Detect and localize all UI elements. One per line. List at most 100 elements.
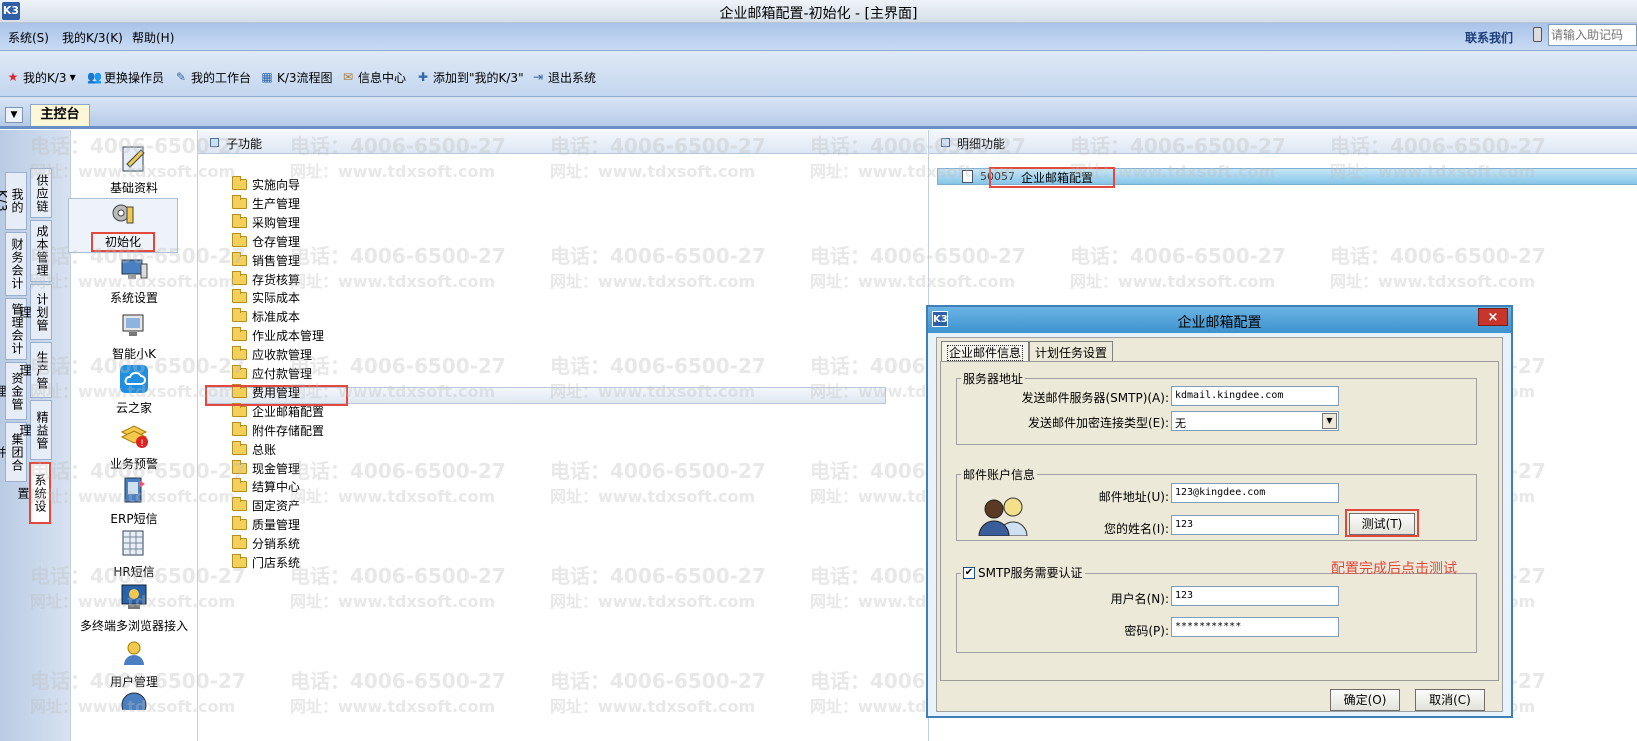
phone-message-icon — [124, 477, 145, 503]
tree-item[interactable]: 销售管理 — [232, 251, 300, 270]
toolbar-flowchart[interactable]: ▦ K/3流程图 — [260, 68, 332, 86]
tree-item[interactable]: 应收款管理 — [232, 345, 312, 364]
icon-label: 多终端多浏览器接入 — [79, 619, 188, 633]
tree-item-label: 结算中心 — [252, 480, 301, 495]
tree-item[interactable]: 质量管理 — [232, 515, 300, 534]
toolbar-exit[interactable]: ⇥ 退出系统 — [531, 68, 596, 86]
vtab-supply-chain[interactable]: 供应链 — [30, 168, 52, 218]
flowchart-icon: ▦ — [261, 70, 273, 84]
cloud-icon — [120, 365, 148, 393]
dialog-title-bar: K3 企业邮箱配置 × — [928, 307, 1511, 333]
icon-item-erp-sms[interactable]: ERP短信 — [71, 475, 197, 527]
vtab-lean-management[interactable]: 精益管理 — [18, 400, 52, 460]
menu-system[interactable]: 系统(S) — [8, 29, 49, 46]
name-label: 您的姓名(I): — [1104, 522, 1169, 536]
password-input[interactable]: *********** — [1171, 617, 1339, 637]
tree-item[interactable]: 分销系统 — [232, 534, 300, 553]
tree-item[interactable]: 存货核算 — [232, 270, 300, 289]
dialog-body: 企业邮件信息 计划任务设置 服务器地址 发送邮件服务器(SMTP)(A): kd… — [936, 337, 1503, 712]
folder-icon — [232, 289, 247, 304]
tree-item[interactable]: 应付款管理 — [232, 364, 312, 383]
username-label: 用户名(N): — [1110, 592, 1169, 606]
document-icon — [962, 170, 973, 183]
users-avatar-icon — [978, 497, 1028, 536]
tree-item[interactable]: 采购管理 — [232, 213, 300, 232]
tree-item-label: 附件存储配置 — [252, 423, 325, 438]
encrypt-type-select[interactable]: 无 ▼ — [1171, 411, 1339, 431]
vtab-planning-management[interactable]: 计划管理 — [18, 284, 52, 340]
clock-icon[interactable] — [119, 690, 149, 710]
contact-link[interactable]: 联系我们 — [1465, 29, 1513, 46]
tree-item-label: 现金管理 — [252, 461, 301, 476]
tree-item[interactable]: 作业成本管理 — [232, 326, 324, 345]
tab-schedule[interactable]: 计划任务设置 — [1029, 341, 1114, 361]
highlight-box — [1345, 509, 1419, 537]
name-input[interactable]: 123 — [1171, 515, 1339, 535]
menu-help[interactable]: 帮助(H) — [132, 29, 174, 46]
vtab-system-settings[interactable]: 系统设置 — [16, 462, 51, 524]
sub-function-header: 子功能 — [198, 130, 927, 154]
vtab-my-k3[interactable]: 我的K/3 — [0, 172, 27, 230]
menu-my-k3[interactable]: 我的K/3(K) — [62, 29, 123, 46]
folder-icon — [232, 346, 247, 361]
icon-label: 基础资料 — [109, 181, 158, 195]
chevron-down-icon[interactable]: ▼ — [1322, 413, 1337, 429]
icon-item-basic-data[interactable]: 基础资料 — [71, 144, 197, 196]
tab-mail-info[interactable]: 企业邮件信息 — [941, 341, 1030, 361]
tree-item[interactable]: 固定资产 — [232, 496, 300, 515]
smtp-auth-checkbox-row[interactable]: ✔ SMTP服务需要认证 — [961, 564, 1085, 581]
toolbar-info-center[interactable]: ✉ 信息中心 — [341, 68, 406, 86]
vtab-production-management[interactable]: 生产管理 — [18, 342, 52, 398]
toolbar-switch-operator[interactable]: 👥 更换操作员 — [87, 68, 164, 86]
icon-item-cloud-home[interactable]: 云之家 — [71, 364, 197, 416]
annotation-text: 配置完成后点击测试 — [1331, 561, 1457, 577]
icon-item-user-management[interactable]: 用户管理 — [71, 638, 197, 690]
icon-item-system-settings[interactable]: 系统设置 — [71, 254, 197, 306]
ok-button[interactable]: 确定(O) — [1330, 689, 1400, 711]
folder-icon — [232, 213, 247, 228]
chevron-down-icon[interactable]: ▼ — [5, 107, 23, 123]
tree-item[interactable]: 结算中心 — [232, 477, 300, 496]
tree-item[interactable]: 仓存管理 — [232, 232, 300, 251]
icon-item-business-alert[interactable]: ! 业务预警 — [71, 420, 197, 472]
icon-item-smart-k[interactable]: 智能小K — [71, 310, 197, 362]
smtp-auth-groupbox — [956, 573, 1477, 653]
tab-main-console[interactable]: 主控台 — [30, 104, 90, 126]
tree-item[interactable]: 附件存储配置 — [232, 421, 324, 440]
folder-icon — [232, 497, 247, 512]
tree-item-label: 实施向导 — [252, 178, 301, 192]
email-input[interactable]: 123@kingdee.com — [1171, 483, 1339, 503]
icon-item-hr-sms[interactable]: HR短信 — [71, 528, 197, 580]
folder-icon — [232, 554, 247, 568]
tree-item[interactable]: 标准成本 — [232, 307, 300, 326]
encrypt-label: 发送邮件加密连接类型(E): — [1028, 416, 1169, 430]
mnemonic-input[interactable] — [1548, 24, 1637, 46]
icon-item-multi-terminal[interactable]: 多终端多浏览器接入 — [71, 582, 197, 634]
checkbox-checked-icon[interactable]: ✔ — [963, 566, 975, 579]
tree-item[interactable]: 门店系统 — [232, 553, 300, 572]
tab-strip: ▼ 主控台 — [0, 97, 1637, 129]
initialization-label: 初始化 — [91, 232, 155, 252]
smtp-label: 发送邮件服务器(SMTP)(A): — [1021, 391, 1169, 405]
toolbar-my-k3[interactable]: ★ 我的K/3 ▼ — [6, 68, 76, 86]
toolbar-workbench[interactable]: ✎ 我的工作台 — [174, 68, 251, 86]
vtab-cost-management[interactable]: 成本管理 — [30, 220, 52, 282]
toolbar: ★ 我的K/3 ▼ 👥 更换操作员 ✎ 我的工作台 ▦ K/3流程图 ✉ 信息中… — [0, 51, 1637, 97]
square-icon — [210, 138, 219, 147]
tree-item[interactable]: 实际成本 — [232, 288, 300, 307]
close-button[interactable]: × — [1478, 308, 1508, 326]
tree-item-label: 总账 — [252, 442, 277, 457]
smtp-server-input[interactable]: kdmail.kingdee.com — [1171, 386, 1339, 406]
tree-item[interactable]: 现金管理 — [232, 459, 300, 478]
cancel-button[interactable]: 取消(C) — [1415, 689, 1485, 711]
folder-icon — [232, 365, 247, 379]
tab-label: 企业邮件信息 — [947, 345, 1024, 361]
tree-item[interactable]: 实施向导 — [232, 175, 300, 194]
add-icon: ✚ — [417, 70, 429, 84]
username-input[interactable]: 123 — [1171, 586, 1339, 606]
toolbar-add-to-my-k3[interactable]: ✚ 添加到"我的K/3" — [416, 68, 524, 86]
vtab-financial-accounting[interactable]: 财务会计 — [5, 232, 27, 296]
computer-settings-icon — [121, 259, 148, 279]
tree-item[interactable]: 总账 — [232, 440, 276, 459]
tree-item[interactable]: 生产管理 — [232, 194, 300, 213]
